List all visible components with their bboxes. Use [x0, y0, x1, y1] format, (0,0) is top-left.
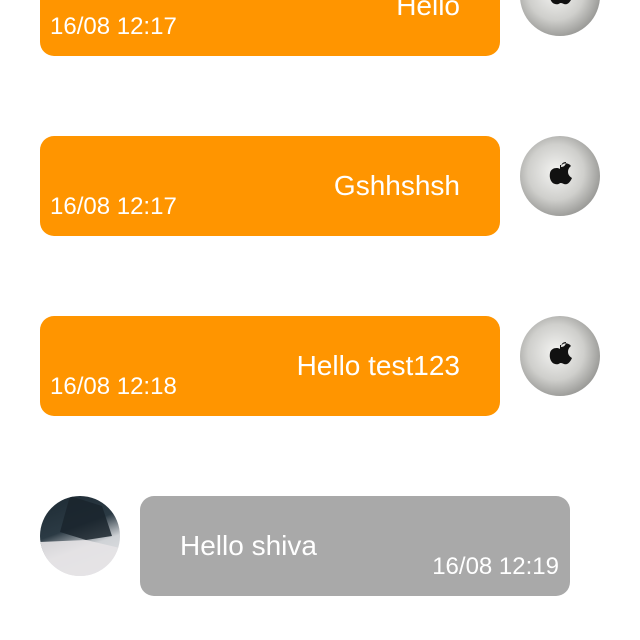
sender-avatar[interactable] [520, 316, 600, 396]
message-timestamp: 16/08 12:17 [50, 193, 177, 220]
message-row: Hello test123 16/08 12:18 [0, 316, 640, 416]
message-row: Gshhshsh 16/08 12:17 [0, 136, 640, 236]
contact-avatar[interactable] [40, 496, 120, 576]
outgoing-message-bubble[interactable]: Hello test123 16/08 12:18 [40, 316, 500, 416]
message-text: Gshhshsh [333, 170, 460, 201]
sender-avatar[interactable] [520, 136, 600, 216]
message-row: Hello 16/08 12:17 [0, 0, 640, 56]
incoming-message-bubble[interactable]: Hello shiva 16/08 12:19 [140, 496, 570, 596]
apple-logo-icon [550, 0, 571, 5]
apple-logo-icon [549, 162, 572, 185]
sender-avatar[interactable] [520, 0, 600, 36]
message-timestamp: 16/08 12:19 [432, 553, 559, 580]
message-text: Hello [396, 0, 460, 21]
outgoing-message-bubble[interactable]: Hello 16/08 12:17 [40, 0, 500, 56]
user-photo-icon [40, 496, 120, 576]
message-row: Hello shiva 16/08 12:19 [0, 496, 640, 596]
message-text: Hello shiva [180, 530, 317, 561]
message-text: Hello test123 [296, 350, 460, 381]
apple-logo-icon [549, 342, 572, 365]
outgoing-message-bubble[interactable]: Gshhshsh 16/08 12:17 [40, 136, 500, 236]
message-timestamp: 16/08 12:17 [50, 13, 177, 40]
message-timestamp: 16/08 12:18 [50, 373, 177, 400]
chat-thread: Hello 16/08 12:17 Gshhshsh 16/08 12:17 H… [0, 0, 640, 640]
